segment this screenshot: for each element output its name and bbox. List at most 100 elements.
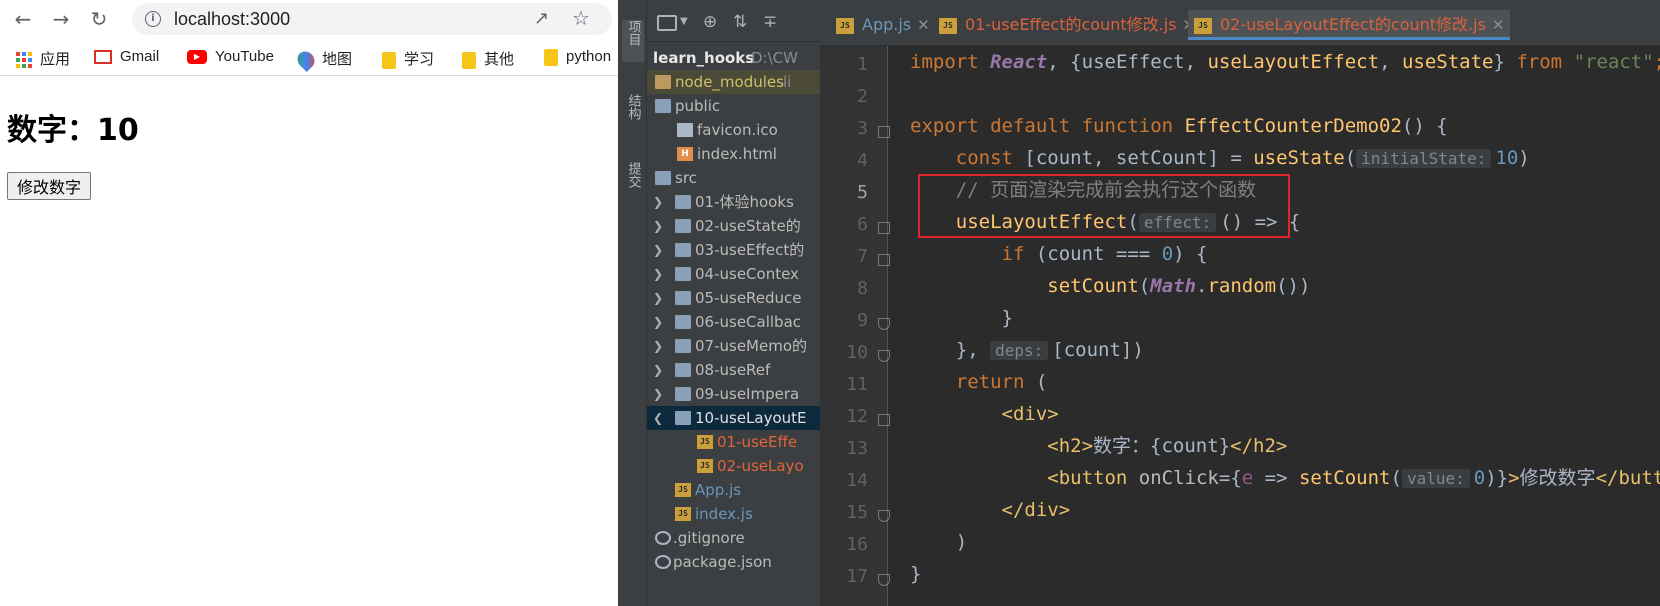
address-bar[interactable]: i localhost:3000 ↗ ☆ (132, 3, 612, 35)
change-number-button[interactable]: 修改数字 (7, 172, 92, 200)
fold-marker-icon[interactable] (878, 414, 890, 426)
code-token: , (1184, 51, 1208, 73)
bookmark-folder-other[interactable]: 其他 (462, 48, 514, 69)
parameter-hint: deps: (990, 341, 1049, 360)
tree-item-index-html[interactable]: H index.html (647, 142, 820, 166)
tree-item-folder[interactable]: ❯ 03-useEffect的 (647, 238, 820, 262)
tab-use-layout-effect[interactable]: JS 02-useLayoutEffect的count修改.js ✕ (1188, 10, 1511, 40)
youtube-icon: ▶ (187, 50, 207, 65)
tree-item-folder[interactable]: ❯ 09-useImpera (647, 382, 820, 406)
tab-app-js[interactable]: JS App.js ✕ (830, 10, 936, 40)
tree-item-js-file[interactable]: JS 01-useEffe (647, 430, 820, 454)
tree-item-folder[interactable]: ❯ 06-useCallbac (647, 310, 820, 334)
chevron-right-icon[interactable]: ❯ (653, 310, 663, 334)
bookmark-youtube[interactable]: ▶ YouTube (187, 48, 274, 68)
url-text[interactable]: localhost:3000 (174, 9, 290, 30)
chevron-right-icon[interactable]: ❯ (653, 334, 663, 358)
tree-item-folder[interactable]: ❯ 04-useContex (647, 262, 820, 286)
bookmark-gmail[interactable]: Gmail (94, 48, 159, 68)
share-icon[interactable]: ↗ (534, 8, 549, 29)
tree-item-src[interactable]: src (647, 166, 820, 190)
code-line: setCount(Math.random()) (910, 270, 1310, 302)
editor-tab-bar: JS App.js ✕ JS 01-useEffect的count修改.js ✕ JS 0… (820, 0, 1660, 46)
project-view-icon[interactable] (657, 15, 677, 31)
forward-icon[interactable]: → (46, 5, 76, 33)
line-number: 12 (846, 406, 868, 427)
browser-window: ← → ↻ i localhost:3000 ↗ ☆ 应用 Gmail ▶ You… (0, 0, 618, 606)
close-icon[interactable]: ✕ (917, 16, 930, 34)
folder-icon (655, 171, 671, 185)
tree-item-favicon[interactable]: favicon.ico (647, 118, 820, 142)
code-token: ) (1518, 147, 1530, 169)
tool-tab-commit[interactable]: 提交 (622, 162, 644, 214)
reload-icon[interactable]: ↻ (84, 5, 114, 33)
code-editor[interactable]: import React, {useEffect, useLayoutEffec… (910, 46, 1660, 606)
fold-marker-icon[interactable] (878, 222, 890, 234)
chevron-right-icon[interactable]: ❯ (653, 214, 663, 238)
tree-item-public[interactable]: public (647, 94, 820, 118)
tree-item-node-modules[interactable]: node_modules li (647, 70, 820, 94)
bookmark-apps[interactable]: 应用 (16, 48, 70, 69)
tree-item-label: 09-useImpera (695, 385, 800, 403)
code-token: useState (1253, 147, 1345, 169)
tool-tab-structure[interactable]: 结构 (622, 94, 644, 146)
chevron-down-icon[interactable]: ▼ (680, 16, 688, 27)
chevron-right-icon[interactable]: ❯ (653, 262, 663, 286)
expand-all-icon[interactable]: ⇅ (733, 12, 747, 32)
fold-marker-icon[interactable] (878, 126, 890, 138)
config-file-icon (655, 531, 671, 545)
bookmarks-bar: 应用 Gmail ▶ YouTube 地图 学习 其他 python (0, 40, 618, 76)
tree-item-package-json[interactable]: package.json (647, 550, 820, 574)
config-file-icon (655, 555, 671, 569)
tool-tab-project[interactable]: 项目 (622, 20, 644, 62)
tree-item-app-js[interactable]: JS App.js (647, 478, 820, 502)
line-number: 2 (857, 86, 868, 107)
tree-item-label: public (675, 97, 721, 115)
collapse-all-icon[interactable]: ∓ (763, 12, 777, 32)
line-number: 10 (846, 342, 868, 363)
bookmark-label: Gmail (120, 48, 160, 65)
bookmark-folder-study[interactable]: 学习 (382, 48, 434, 69)
chevron-right-icon[interactable]: ❯ (653, 358, 663, 382)
tree-root[interactable]: learn_hooks D:\CW (647, 46, 820, 70)
site-info-icon[interactable]: i (145, 11, 161, 27)
js-file-icon: JS (697, 459, 713, 473)
code-token: e (1241, 467, 1254, 489)
tree-item-js-file[interactable]: JS 02-useLayo (647, 454, 820, 478)
chevron-down-icon[interactable]: ❮ (653, 406, 663, 430)
code-token: [count]) (1052, 339, 1144, 361)
chevron-right-icon[interactable]: ❯ (653, 382, 663, 406)
apps-icon (16, 52, 32, 69)
tree-item-folder[interactable]: ❯ 07-useMemo的 (647, 334, 820, 358)
code-token: useEffect (1081, 51, 1185, 73)
tree-item-folder[interactable]: ❯ 08-useRef (647, 358, 820, 382)
tab-use-effect[interactable]: JS01-useEffect的count修改.js✕ (933, 10, 1201, 40)
code-token: 数字：{count} (1093, 435, 1231, 457)
tree-item-folder[interactable]: ❯ 01-体验hooks (647, 190, 820, 214)
fold-marker-icon[interactable] (878, 510, 890, 522)
tree-item-folder[interactable]: ❯ 02-useState的 (647, 214, 820, 238)
chevron-right-icon[interactable]: ❯ (653, 190, 663, 214)
code-token: 0 (1473, 467, 1486, 489)
image-file-icon (677, 123, 693, 137)
fold-marker-icon[interactable] (878, 254, 890, 266)
tree-item-label: 01-体验hooks (695, 193, 794, 211)
bookmark-maps[interactable]: 地图 (293, 48, 352, 73)
fold-marker-icon[interactable] (878, 574, 890, 586)
chevron-right-icon[interactable]: ❯ (653, 286, 663, 310)
chevron-right-icon[interactable]: ❯ (653, 238, 663, 262)
locate-icon[interactable]: ⊕ (703, 12, 717, 32)
tree-item-index-js[interactable]: JS index.js (647, 502, 820, 526)
fold-marker-icon[interactable] (878, 318, 890, 330)
bookmark-folder-python[interactable]: python (544, 48, 611, 68)
tree-item-folder[interactable]: ❯ 05-useReduce (647, 286, 820, 310)
code-token: , (1379, 51, 1402, 73)
bookmark-star-icon[interactable]: ☆ (572, 6, 590, 30)
back-icon[interactable]: ← (8, 5, 38, 33)
tree-item-gitignore[interactable]: .gitignore (647, 526, 820, 550)
code-token: () { (1401, 115, 1448, 137)
fold-marker-icon[interactable] (878, 350, 890, 362)
close-icon[interactable]: ✕ (1492, 16, 1505, 34)
tool-tab-label: 项目 (625, 20, 641, 46)
tree-item-folder-selected[interactable]: ❮ 10-useLayoutE (647, 406, 820, 430)
